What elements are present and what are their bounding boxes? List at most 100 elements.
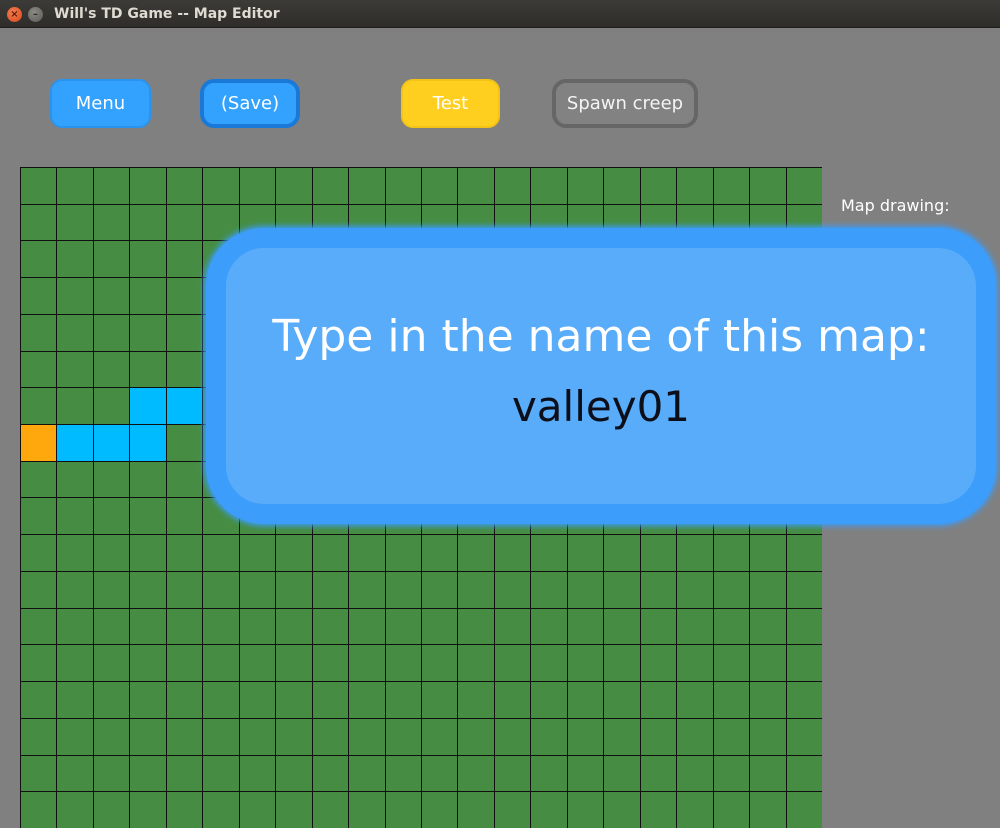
grass-tile[interactable] (349, 535, 385, 571)
grass-tile[interactable] (531, 571, 567, 608)
grass-tile[interactable] (421, 682, 458, 718)
grass-tile[interactable] (93, 645, 130, 682)
grass-tile[interactable] (276, 682, 312, 718)
grass-tile[interactable] (458, 755, 494, 792)
grass-tile[interactable] (531, 168, 567, 204)
grass-tile[interactable] (239, 682, 276, 718)
path-tile[interactable] (93, 425, 130, 461)
grass-tile[interactable] (531, 682, 567, 718)
grass-tile[interactable] (130, 314, 166, 351)
grass-tile[interactable] (750, 608, 786, 645)
grass-tile[interactable] (713, 718, 750, 755)
grass-tile[interactable] (57, 241, 93, 278)
grass-tile[interactable] (203, 571, 239, 608)
grass-tile[interactable] (421, 608, 458, 645)
grass-tile[interactable] (276, 571, 312, 608)
grass-tile[interactable] (93, 241, 130, 278)
grass-tile[interactable] (567, 792, 604, 828)
grass-tile[interactable] (21, 351, 57, 388)
grass-tile[interactable] (130, 241, 166, 278)
grass-tile[interactable] (276, 755, 312, 792)
grass-tile[interactable] (166, 204, 203, 241)
grass-tile[interactable] (239, 755, 276, 792)
grass-tile[interactable] (312, 535, 349, 571)
grass-tile[interactable] (494, 755, 531, 792)
grass-tile[interactable] (93, 682, 130, 718)
grass-tile[interactable] (750, 682, 786, 718)
grass-tile[interactable] (385, 168, 421, 204)
grass-tile[interactable] (130, 718, 166, 755)
grass-tile[interactable] (166, 571, 203, 608)
grass-tile[interactable] (203, 718, 239, 755)
grass-tile[interactable] (21, 682, 57, 718)
grass-tile[interactable] (677, 168, 713, 204)
grass-tile[interactable] (421, 792, 458, 828)
grass-tile[interactable] (640, 718, 677, 755)
grass-tile[interactable] (786, 682, 822, 718)
grass-tile[interactable] (93, 608, 130, 645)
grass-tile[interactable] (421, 645, 458, 682)
grass-tile[interactable] (21, 608, 57, 645)
grass-tile[interactable] (312, 645, 349, 682)
grass-tile[interactable] (276, 645, 312, 682)
grass-tile[interactable] (312, 682, 349, 718)
grass-tile[interactable] (640, 792, 677, 828)
grass-tile[interactable] (93, 571, 130, 608)
grass-tile[interactable] (458, 571, 494, 608)
grass-tile[interactable] (677, 608, 713, 645)
grass-tile[interactable] (385, 645, 421, 682)
grass-tile[interactable] (385, 792, 421, 828)
grass-tile[interactable] (93, 278, 130, 314)
grass-tile[interactable] (458, 718, 494, 755)
grass-tile[interactable] (166, 645, 203, 682)
grass-tile[interactable] (57, 682, 93, 718)
grass-tile[interactable] (239, 645, 276, 682)
grass-tile[interactable] (21, 278, 57, 314)
grass-tile[interactable] (349, 168, 385, 204)
grass-tile[interactable] (349, 682, 385, 718)
grass-tile[interactable] (21, 204, 57, 241)
grass-tile[interactable] (21, 461, 57, 498)
grass-tile[interactable] (130, 278, 166, 314)
grass-tile[interactable] (458, 168, 494, 204)
grass-tile[interactable] (604, 535, 640, 571)
grass-tile[interactable] (57, 718, 93, 755)
close-icon[interactable]: × (7, 7, 22, 22)
menu-button[interactable]: Menu (50, 79, 151, 128)
grass-tile[interactable] (130, 682, 166, 718)
grass-tile[interactable] (276, 535, 312, 571)
grass-tile[interactable] (203, 535, 239, 571)
grass-tile[interactable] (166, 792, 203, 828)
path-tile[interactable] (130, 388, 166, 425)
grass-tile[interactable] (239, 571, 276, 608)
grass-tile[interactable] (166, 608, 203, 645)
grass-tile[interactable] (130, 755, 166, 792)
grass-tile[interactable] (531, 608, 567, 645)
grass-tile[interactable] (458, 535, 494, 571)
grass-tile[interactable] (239, 718, 276, 755)
grass-tile[interactable] (276, 718, 312, 755)
grass-tile[interactable] (93, 718, 130, 755)
grass-tile[interactable] (713, 168, 750, 204)
grass-tile[interactable] (93, 535, 130, 571)
grass-tile[interactable] (494, 645, 531, 682)
grass-tile[interactable] (385, 718, 421, 755)
grass-tile[interactable] (677, 645, 713, 682)
grass-tile[interactable] (604, 608, 640, 645)
grass-tile[interactable] (166, 278, 203, 314)
grass-tile[interactable] (494, 682, 531, 718)
grass-tile[interactable] (130, 461, 166, 498)
grass-tile[interactable] (21, 498, 57, 535)
grass-tile[interactable] (166, 682, 203, 718)
grass-tile[interactable] (494, 718, 531, 755)
grass-tile[interactable] (276, 792, 312, 828)
grass-tile[interactable] (21, 314, 57, 351)
grass-tile[interactable] (567, 645, 604, 682)
grass-tile[interactable] (93, 204, 130, 241)
grass-tile[interactable] (312, 755, 349, 792)
grass-tile[interactable] (458, 682, 494, 718)
grass-tile[interactable] (494, 792, 531, 828)
grass-tile[interactable] (385, 682, 421, 718)
grass-tile[interactable] (203, 608, 239, 645)
grass-tile[interactable] (312, 718, 349, 755)
